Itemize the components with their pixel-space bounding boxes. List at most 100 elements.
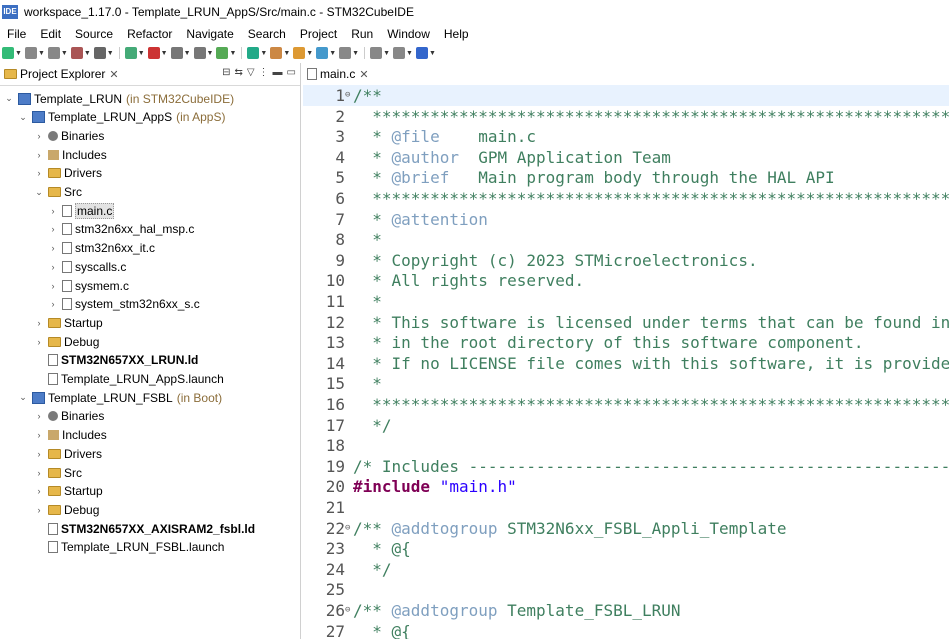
chevron-down-icon[interactable]: ▼ [260,50,267,57]
maximize-icon[interactable]: ▭ [287,67,296,78]
tree-item[interactable]: › Startup [34,313,103,332]
fold-toggle-icon[interactable]: ⊖ [345,600,353,621]
tree-item[interactable]: STM32N657XX_LRUN.ld [34,351,198,370]
tree-item[interactable]: ⌄ Src [34,183,82,202]
close-icon[interactable]: ✕ [359,68,368,81]
code-line[interactable]: 12 * This software is licensed under ter… [303,312,949,333]
chevron-right-icon[interactable]: › [34,505,44,515]
terminate-icon[interactable] [193,47,206,59]
tree-item[interactable]: STM32N657XX_AXISRAM2_fsbl.ld [34,519,255,538]
code-line[interactable]: 3 * @file main.c [303,126,949,147]
code-line[interactable]: 8 * [303,229,949,250]
tree-item[interactable]: › syscalls.c [48,257,127,276]
chevron-down-icon[interactable]: ▼ [229,50,236,57]
code-area[interactable]: 1⊖/** 2 *********************************… [303,85,949,639]
tree-item[interactable]: ⌄ Template_LRUN (in STM32CubeIDE) [4,89,234,108]
pin-icon[interactable] [393,47,405,59]
tree-item[interactable]: › Startup [34,482,103,501]
chevron-right-icon[interactable]: › [34,468,44,478]
menu-navigate[interactable]: Navigate [179,27,240,41]
chevron-right-icon[interactable]: › [34,449,44,459]
chevron-right-icon[interactable]: › [34,337,44,347]
nav-back-icon[interactable] [339,47,352,59]
save-all-icon[interactable] [47,47,60,59]
tree-item[interactable]: Template_LRUN_AppS.launch [34,370,224,389]
chevron-right-icon[interactable]: › [34,411,44,421]
chevron-down-icon[interactable]: ▼ [138,50,145,57]
menu-window[interactable]: Window [380,27,437,41]
menu-search[interactable]: Search [241,27,293,41]
code-line[interactable]: 4 * @author GPM Application Team [303,147,949,168]
tree-item[interactable]: ⌄ Template_LRUN_FSBL (in Boot) [18,388,222,407]
chevron-right-icon[interactable]: › [48,299,58,309]
tree-item[interactable]: ⌄ Template_LRUN_AppS (in AppS) [18,108,225,127]
chevron-down-icon[interactable]: ▼ [306,50,313,57]
code-line[interactable]: 22⊖/** @addtogroup STM32N6xx_FSBL_Appli_… [303,518,949,539]
skip-icon[interactable] [170,47,183,59]
chevron-right-icon[interactable]: › [34,486,44,496]
chevron-down-icon[interactable]: ▼ [383,50,390,57]
tree-item[interactable]: › main.c [48,201,115,220]
chevron-down-icon[interactable]: ▼ [15,50,22,57]
view-menu-icon[interactable]: ⋮ [259,67,269,78]
code-line[interactable]: 18 [303,435,949,456]
hammer-icon[interactable] [93,47,106,59]
tree-item[interactable]: Template_LRUN_FSBL.launch [34,538,224,557]
code-line[interactable]: 27 * @{ [303,621,949,639]
nav-forward-icon[interactable] [370,47,383,59]
fold-toggle-icon[interactable]: ⊖ [345,518,353,539]
menu-project[interactable]: Project [293,27,344,41]
fold-toggle-icon[interactable]: ⊖ [345,85,353,106]
debug-icon[interactable] [124,47,137,59]
tree-item[interactable]: › Drivers [34,444,103,463]
menu-refactor[interactable]: Refactor [120,27,179,41]
build-icon[interactable] [70,47,83,59]
chevron-right-icon[interactable]: › [48,206,58,216]
code-line[interactable]: 23 * @{ [303,538,949,559]
open-type-icon[interactable] [293,47,306,59]
tab-project-explorer[interactable]: Project Explorer ✕ [0,63,123,85]
tree-item[interactable]: › Debug [34,500,100,519]
chevron-down-icon[interactable]: ▼ [61,50,68,57]
code-line[interactable]: 10 * All rights reserved. [303,270,949,291]
code-line[interactable]: 14 * If no LICENSE file comes with this … [303,353,949,374]
chevron-right-icon[interactable]: › [34,318,44,328]
chevron-right-icon[interactable]: › [48,243,58,253]
chevron-down-icon[interactable]: ▼ [38,50,45,57]
chevron-right-icon[interactable]: › [34,150,44,160]
tree-item[interactable]: › Src [34,463,83,482]
chevron-down-icon[interactable]: ⌄ [18,392,28,403]
chevron-down-icon[interactable]: ▼ [352,50,359,57]
chevron-down-icon[interactable]: ▼ [207,50,214,57]
external-tools-icon[interactable] [270,47,283,59]
chevron-down-icon[interactable]: ▼ [329,50,336,57]
tree-item[interactable]: › Drivers [34,164,103,183]
code-line[interactable]: 17 */ [303,415,949,436]
code-line[interactable]: 15 * [303,373,949,394]
chevron-right-icon[interactable]: › [48,224,58,234]
play-icon[interactable] [247,47,260,59]
code-line[interactable]: 11 * [303,291,949,312]
menu-help[interactable]: Help [437,27,476,41]
collapse-all-icon[interactable]: ⊟ [222,67,230,78]
tree-item[interactable]: › stm32n6xx_hal_msp.c [48,220,195,239]
chevron-down-icon[interactable]: ⌄ [4,93,14,104]
link-with-editor-icon[interactable]: ⇆ [234,67,242,78]
tree-item[interactable]: › sysmem.c [48,276,130,295]
code-line[interactable]: 21 [303,497,949,518]
code-line[interactable]: 5 * @brief Main program body through the… [303,167,949,188]
new-icon[interactable] [2,47,14,59]
menu-file[interactable]: File [0,27,33,41]
tree-item[interactable]: › system_stm32n6xx_s.c [48,295,200,314]
code-line[interactable]: 13 * in the root directory of this softw… [303,332,949,353]
tree-item[interactable]: › Binaries [34,126,105,145]
step-icon[interactable] [216,47,229,59]
chevron-right-icon[interactable]: › [34,168,44,178]
code-line[interactable]: 9 * Copyright (c) 2023 STMicroelectronic… [303,250,949,271]
tree-item[interactable]: › Debug [34,332,100,351]
code-line[interactable]: 6 **************************************… [303,188,949,209]
tab-main-c[interactable]: main.c ✕ [303,63,373,85]
chevron-down-icon[interactable]: ▼ [107,50,114,57]
chevron-right-icon[interactable]: › [34,131,44,141]
filter-icon[interactable]: ▽ [247,67,255,78]
